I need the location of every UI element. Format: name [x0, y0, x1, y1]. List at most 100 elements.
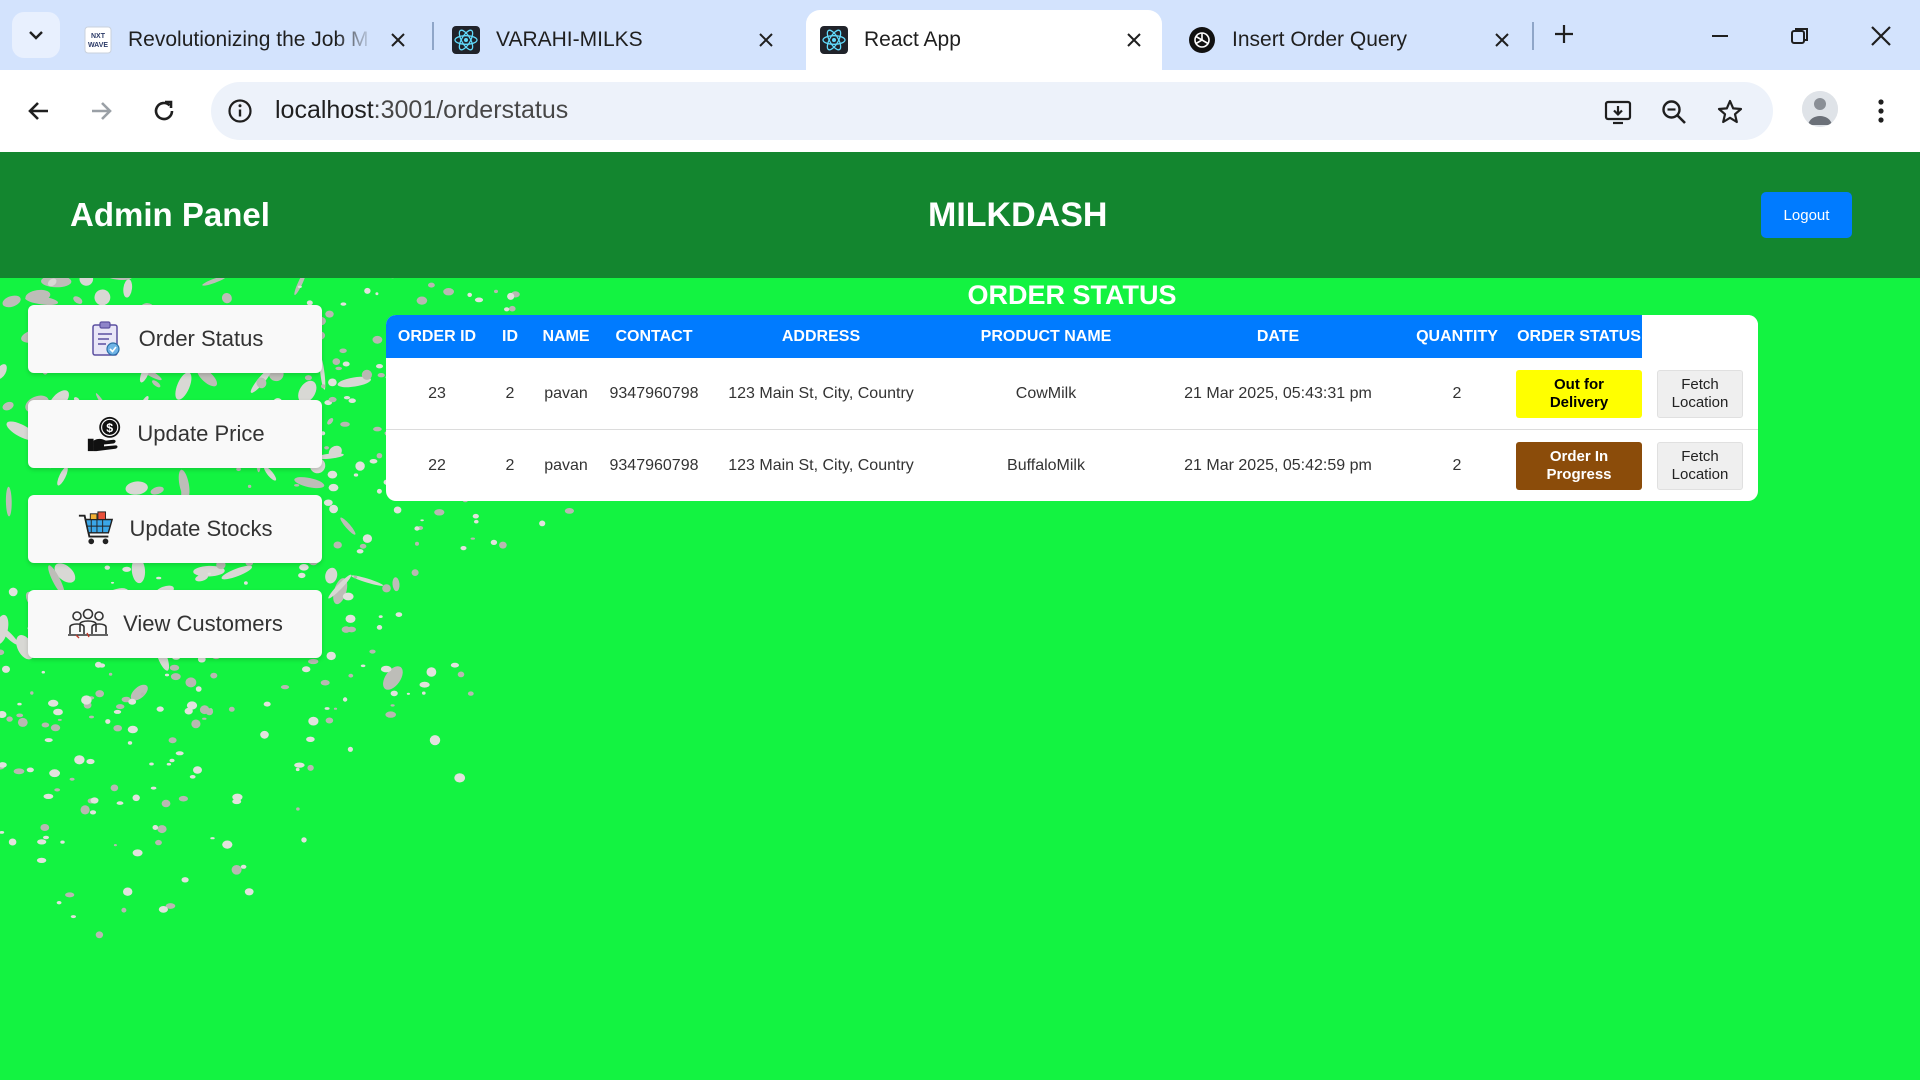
splash-droplet [2, 295, 21, 308]
tab-title: Revolutionizing the Job M [128, 28, 369, 51]
sidebar-item-label: Update Stocks [129, 516, 273, 541]
splash-droplet [80, 805, 90, 815]
url-path: :3001/orderstatus [373, 96, 569, 124]
logout-button[interactable]: Logout [1761, 192, 1852, 238]
splash-droplet [89, 715, 94, 719]
minimize-button[interactable] [1700, 16, 1740, 56]
info-icon[interactable] [225, 96, 255, 126]
splash-droplet [105, 719, 111, 724]
splash-droplet [65, 892, 75, 898]
tab-varahi-milks[interactable]: VARAHI-MILKS [438, 10, 794, 70]
splash-droplet [90, 797, 99, 804]
splash-droplet [113, 725, 122, 732]
splash-droplet [158, 906, 168, 913]
splash-droplet [429, 735, 441, 746]
fetch-location-button[interactable]: Fetch Location [1657, 441, 1743, 490]
splash-droplet [509, 305, 516, 312]
splash-droplet [324, 446, 329, 450]
close-icon[interactable] [1490, 28, 1514, 52]
splash-droplet [40, 824, 50, 831]
reload-button[interactable] [143, 90, 185, 132]
splash-droplet [320, 679, 330, 686]
cell-name: pavan [544, 456, 588, 474]
splash-droplet [390, 704, 395, 707]
splash-droplet [189, 775, 196, 779]
profile-avatar[interactable] [1802, 91, 1838, 127]
url-host: localhost [275, 96, 374, 124]
splash-droplet [0, 711, 7, 718]
splash-droplet [123, 279, 133, 298]
splash-droplet [54, 788, 61, 792]
splash-droplet [308, 716, 319, 726]
customers-icon [67, 605, 109, 643]
tab-revolutionizing[interactable]: NXT WAVE Revolutionizing the Job M [70, 10, 426, 70]
sidebar-item-view-customers[interactable]: View Customers [28, 590, 322, 658]
address-bar[interactable]: localhost:3001/orderstatus [211, 82, 1773, 140]
close-icon[interactable] [1122, 28, 1146, 52]
close-icon[interactable] [754, 28, 778, 52]
tab-react-app[interactable]: React App [806, 10, 1162, 70]
close-icon[interactable] [386, 28, 410, 52]
splash-droplet [327, 418, 334, 425]
splash-droplet [125, 481, 148, 495]
admin-panel-title: Admin Panel [70, 196, 270, 233]
splash-droplet [13, 768, 25, 775]
bookmark-star-icon[interactable] [1713, 95, 1747, 129]
sidebar-item-update-stocks[interactable]: Update Stocks [28, 495, 322, 563]
column-header-empty [1642, 315, 1758, 358]
splash-droplet [324, 707, 330, 710]
sidebar-item-update-price[interactable]: $ Update Price [28, 400, 322, 468]
splash-droplet [161, 799, 171, 808]
splash-droplet [321, 384, 326, 389]
zoom-icon[interactable] [1657, 95, 1691, 129]
status-badge[interactable]: Order In Progress [1516, 441, 1642, 490]
column-header: QUANTITY [1398, 315, 1516, 358]
tab-insert-order-query[interactable]: Insert Order Query [1174, 10, 1530, 70]
url-text: localhost:3001/orderstatus [275, 96, 568, 125]
splash-droplet [474, 519, 479, 524]
splash-droplet [221, 292, 232, 304]
new-tab-button[interactable] [1548, 18, 1580, 50]
cell-status: Order In Progress [1516, 430, 1642, 502]
splash-droplet [426, 667, 437, 677]
forward-button[interactable] [80, 90, 122, 132]
splash-droplet [335, 366, 343, 371]
splash-droplet [8, 587, 18, 597]
splash-droplet [454, 773, 466, 783]
restore-button[interactable] [1780, 16, 1820, 56]
splash-droplet [26, 767, 34, 773]
react-icon [820, 26, 848, 54]
splash-droplet [37, 839, 47, 845]
sidebar-item-order-status[interactable]: Order Status [28, 305, 322, 373]
splash-droplet [301, 837, 307, 843]
browser-menu-button[interactable] [1866, 90, 1896, 132]
splash-droplet [157, 825, 167, 834]
table-row: 22 2 pavan 9347960798 123 Main St, City,… [386, 430, 1758, 502]
splash-droplet [247, 484, 252, 488]
splash-droplet [472, 513, 479, 519]
splash-droplet [328, 378, 337, 387]
nxtwave-icon: NXT WAVE [84, 26, 112, 54]
install-app-icon[interactable] [1601, 95, 1635, 129]
splash-droplet [43, 793, 54, 800]
fetch-location-button[interactable]: Fetch Location [1657, 369, 1743, 418]
splash-droplet [17, 702, 22, 706]
cart-icon [77, 510, 115, 548]
column-header: ORDER ID [386, 315, 488, 358]
chevron-down-icon [29, 31, 43, 40]
close-window-button[interactable] [1861, 16, 1901, 56]
splash-droplet [207, 572, 212, 575]
splash-droplet [342, 592, 354, 601]
splash-droplet [2, 401, 14, 411]
splash-droplet [499, 541, 507, 549]
splash-droplet [56, 901, 62, 905]
splash-droplet [308, 658, 319, 665]
splash-droplet [132, 794, 140, 802]
tab-search-button[interactable] [12, 12, 60, 58]
status-badge[interactable]: Out for Delivery [1516, 369, 1642, 418]
back-button[interactable] [18, 90, 60, 132]
splash-droplet [470, 537, 475, 540]
button-line: Location [1671, 465, 1729, 483]
cell-status: Out for Delivery [1516, 358, 1642, 430]
splash-droplet [175, 751, 184, 756]
